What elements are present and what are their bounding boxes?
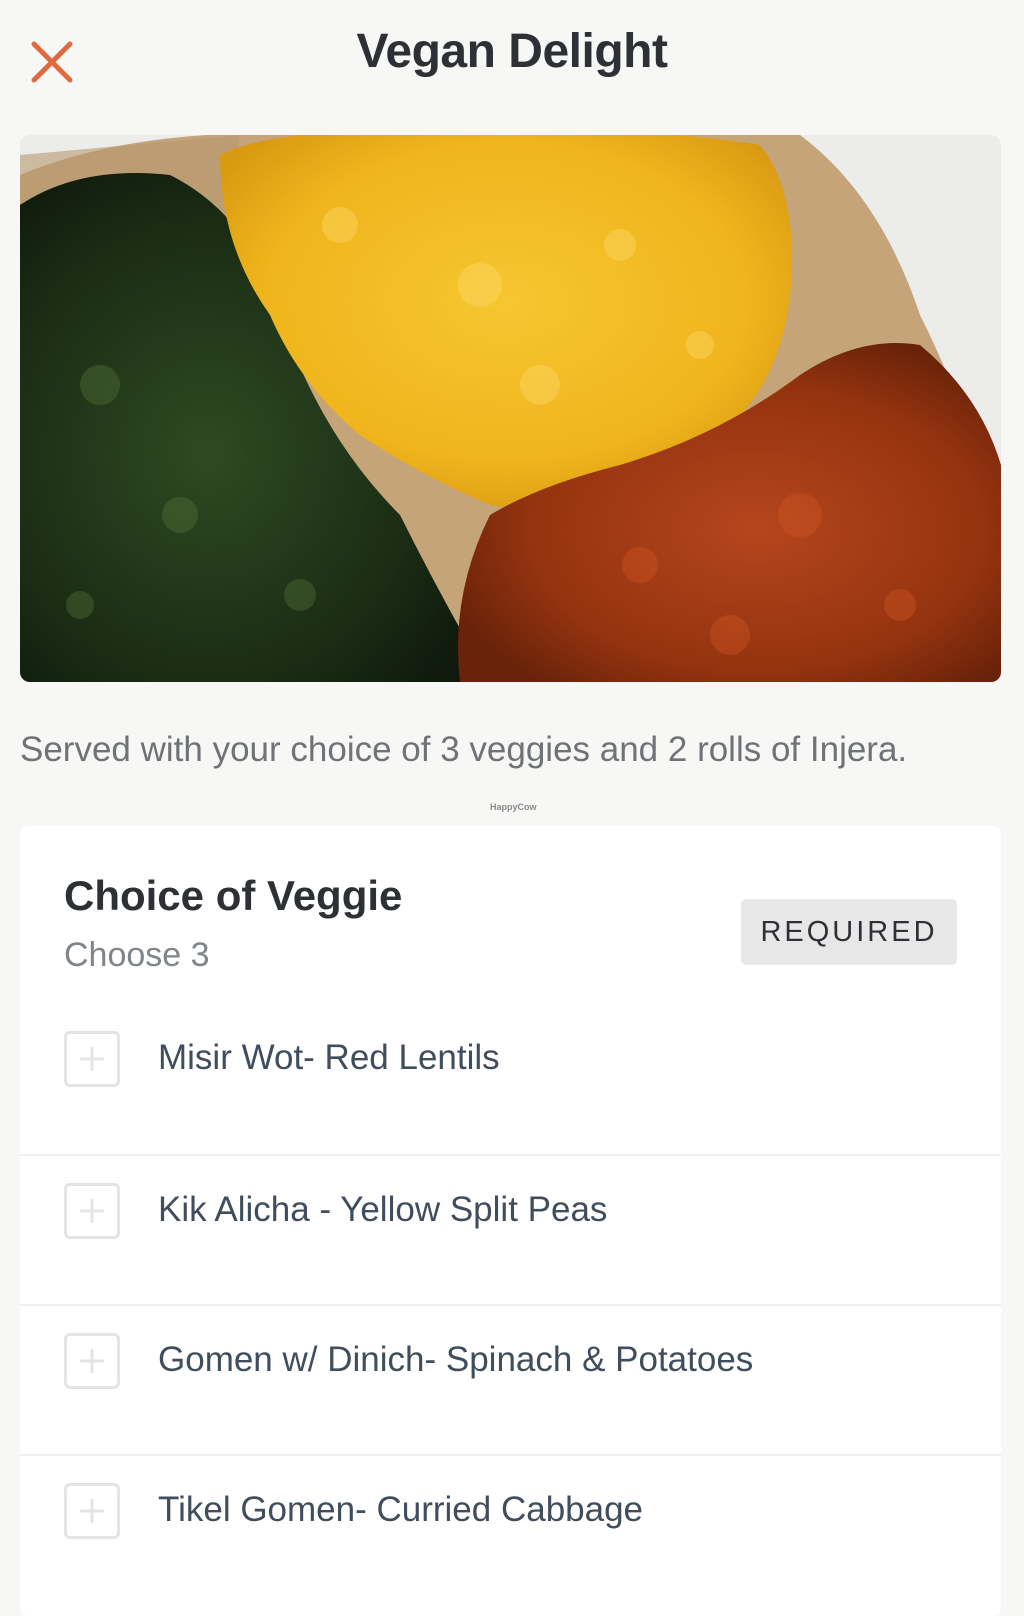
option-item-gomen-w-dinich[interactable]: Gomen w/ Dinich- Spinach & Potatoes: [20, 1304, 1001, 1456]
option-label: Kik Alicha - Yellow Split Peas: [158, 1190, 608, 1229]
plus-icon: [80, 1499, 104, 1523]
option-item-kik-alicha[interactable]: Kik Alicha - Yellow Split Peas: [20, 1154, 1001, 1306]
section-subtitle: Choose 3: [64, 936, 210, 974]
option-item-tikel-gomen[interactable]: Tikel Gomen- Curried Cabbage: [20, 1454, 1001, 1606]
modal-header: Vegan Delight: [0, 0, 1024, 120]
required-badge: REQUIRED: [741, 899, 957, 965]
options-card: Choice of Veggie Choose 3 REQUIRED Misir…: [20, 826, 1001, 1616]
option-label: Gomen w/ Dinich- Spinach & Potatoes: [158, 1340, 754, 1379]
option-label: Misir Wot- Red Lentils: [158, 1038, 500, 1077]
watermark-text: HappyCow: [490, 802, 537, 812]
option-checkbox[interactable]: [64, 1483, 120, 1539]
page-title: Vegan Delight: [356, 25, 668, 78]
section-title: Choice of Veggie: [64, 872, 403, 919]
dish-description: Served with your choice of 3 veggies and…: [20, 730, 908, 769]
option-item-misir-wot[interactable]: Misir Wot- Red Lentils: [20, 1004, 1001, 1154]
dish-photo: [20, 135, 1001, 682]
option-label: Tikel Gomen- Curried Cabbage: [158, 1490, 644, 1529]
plus-icon: [80, 1349, 104, 1373]
plus-icon: [80, 1047, 104, 1071]
option-checkbox[interactable]: [64, 1333, 120, 1389]
plus-icon: [80, 1199, 104, 1223]
option-checkbox[interactable]: [64, 1031, 120, 1087]
option-checkbox[interactable]: [64, 1183, 120, 1239]
